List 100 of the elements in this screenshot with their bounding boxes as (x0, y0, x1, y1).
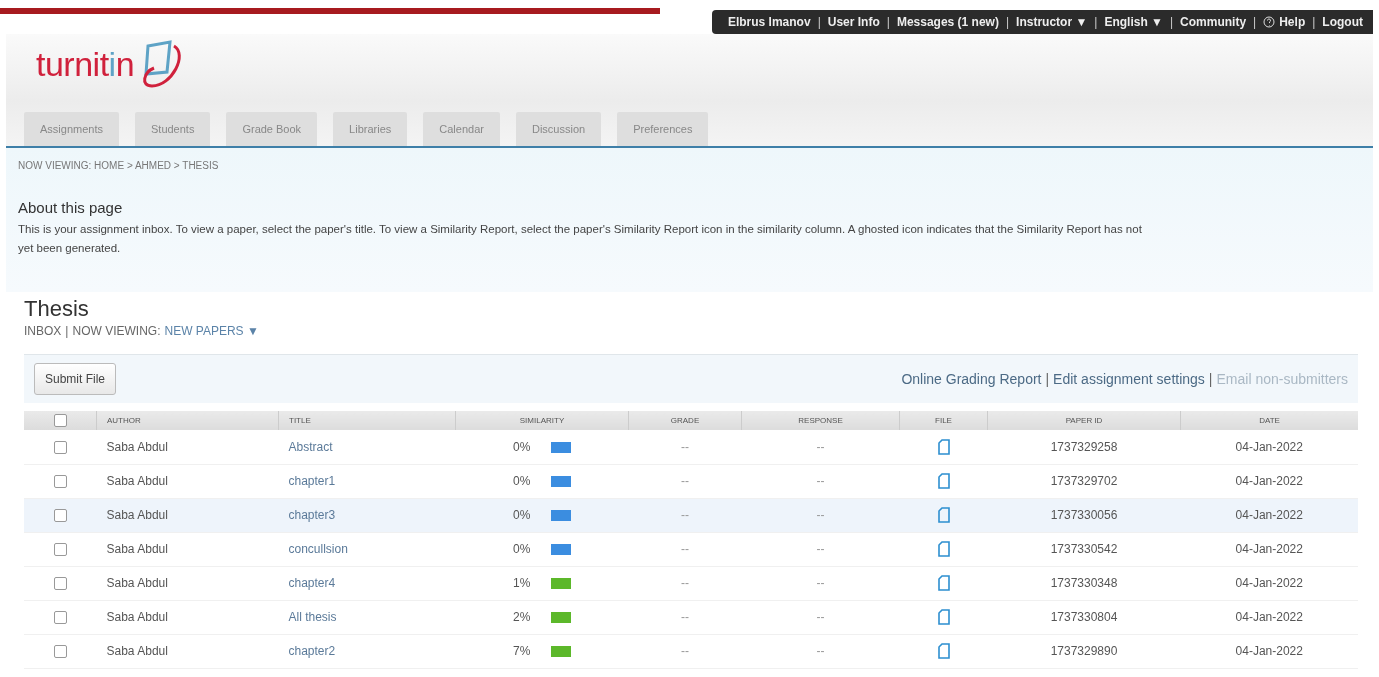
row-checkbox[interactable] (53, 577, 67, 591)
nav-tab[interactable]: Preferences (617, 112, 709, 146)
author-text: Saba Abdul (106, 644, 168, 658)
date-text: 04-Jan-2022 (1235, 610, 1303, 624)
response-text: -- (816, 644, 825, 658)
column-header: FILE (899, 411, 988, 430)
row-checkbox[interactable] (53, 509, 67, 523)
column-header: AUTHOR (96, 411, 279, 430)
nav-link[interactable]: User Info (827, 15, 880, 29)
similarity-report-icon[interactable] (551, 442, 571, 454)
response-text: -- (816, 610, 825, 624)
toolbar-link[interactable]: Edit assignment settings (1053, 371, 1205, 387)
separator-text: | (886, 15, 890, 29)
view-filter-dropdown[interactable]: NEW PAPERS ▼ (164, 324, 259, 338)
paper-title-link[interactable]: Abstract (288, 439, 333, 454)
breadcrumb: NOW VIEWING: HOME > AHMED > THESIS (18, 159, 220, 171)
response-text: -- (816, 439, 825, 454)
row-checkbox[interactable] (53, 440, 67, 454)
grade-text: -- (681, 610, 689, 624)
nav-link[interactable]: Messages (1 new) (896, 15, 999, 29)
help-link[interactable]: Help (1263, 15, 1306, 29)
paper-id-text: 1737329890 (1050, 644, 1118, 658)
separator-text: | (1094, 15, 1098, 29)
file-icon[interactable] (937, 507, 950, 523)
help-icon (1263, 16, 1276, 28)
author-text: Saba Abdul (106, 576, 168, 590)
toolbar-link[interactable]: Online Grading Report (901, 371, 1042, 387)
nav-tab[interactable]: Calendar (423, 112, 500, 146)
paper-id-text: 1737329258 (1050, 439, 1118, 454)
row-checkbox[interactable] (53, 645, 67, 659)
grade-text: -- (681, 439, 689, 454)
file-icon[interactable] (937, 473, 950, 489)
column-header: PAPER ID (987, 411, 1181, 430)
about-text: This is your assignment inbox. To view a paper, select the paper's title. To view a Similarity Report, select the paper's Similarity Report icon in the similarity column. A ghosted icon indicates that the Similarity Report has not yet been generated. (18, 222, 1143, 256)
column-header: DATE (1180, 411, 1358, 430)
date-text: 04-Jan-2022 (1235, 576, 1303, 590)
separator-text: | (65, 324, 69, 338)
similarity-percent: 2% (513, 610, 532, 624)
date-text: 04-Jan-2022 (1235, 439, 1303, 454)
row-checkbox[interactable] (53, 543, 67, 557)
similarity-report-icon[interactable] (551, 646, 571, 658)
similarity-percent: 0% (513, 474, 532, 488)
response-text: -- (816, 542, 825, 556)
separator-text: | (817, 15, 821, 29)
similarity-percent: 0% (513, 542, 532, 556)
similarity-report-icon[interactable] (551, 612, 571, 624)
paper-title-link[interactable]: chapter2 (288, 644, 336, 658)
similarity-report-icon[interactable] (551, 578, 571, 590)
paper-title-link[interactable]: chapter1 (288, 474, 336, 488)
paper-title-link[interactable]: concullsion (288, 542, 348, 556)
author-text: Saba Abdul (106, 474, 168, 488)
separator-text: | (1045, 371, 1050, 387)
separator-text: | (1169, 15, 1174, 29)
file-icon[interactable] (937, 438, 950, 455)
viewing-label: NOW VIEWING: (72, 324, 161, 338)
paper-title-link[interactable]: All thesis (288, 610, 337, 624)
similarity-report-icon[interactable] (551, 544, 571, 556)
similarity-report-icon[interactable] (551, 476, 571, 488)
section-heading: About this page (18, 199, 124, 216)
similarity-percent: 1% (513, 576, 532, 590)
nav-tab[interactable]: Grade Book (226, 112, 318, 146)
response-text: -- (816, 474, 825, 488)
nav-link[interactable]: Logout (1322, 15, 1363, 29)
row-checkbox[interactable] (53, 611, 67, 625)
author-text: Saba Abdul (106, 610, 168, 624)
author-text: Saba Abdul (106, 508, 168, 522)
file-icon[interactable] (937, 643, 950, 659)
date-text: 04-Jan-2022 (1235, 508, 1303, 522)
file-icon[interactable] (937, 575, 950, 591)
nav-link[interactable]: English ▼ (1104, 15, 1163, 29)
nav-tab[interactable]: Assignments (24, 112, 119, 146)
submit-file-button[interactable]: Submit File (34, 363, 117, 395)
author-text: Saba Abdul (106, 439, 168, 454)
grade-text: -- (681, 542, 689, 556)
grade-text: -- (681, 576, 689, 590)
file-icon[interactable] (937, 609, 950, 625)
select-all-checkbox[interactable] (53, 414, 67, 427)
column-header: GRADE (628, 411, 742, 430)
separator-text: | (1005, 15, 1010, 29)
logo-text: turnitin (36, 44, 135, 84)
paper-title-link[interactable]: chapter4 (288, 576, 336, 590)
assignment-title: Thesis (24, 296, 90, 322)
nav-tab[interactable]: Libraries (333, 112, 408, 146)
inbox-label: INBOX (24, 324, 62, 338)
separator-text: | (1312, 15, 1316, 29)
file-icon[interactable] (937, 541, 950, 557)
nav-tab[interactable]: Students (135, 112, 211, 146)
paper-id-text: 1737329702 (1050, 474, 1118, 488)
grade-text: -- (681, 508, 689, 522)
nav-link[interactable]: Instructor ▼ (1016, 15, 1088, 29)
nav-tab[interactable]: Discussion (515, 112, 602, 146)
similarity-percent: 0% (513, 439, 532, 454)
similarity-report-icon[interactable] (551, 510, 571, 522)
paper-id-text: 1737330056 (1050, 508, 1118, 522)
paper-id-text: 1737330348 (1050, 576, 1118, 590)
paper-id-text: 1737330542 (1050, 542, 1118, 556)
row-checkbox[interactable] (53, 475, 67, 489)
column-header: TITLE (278, 411, 456, 430)
paper-title-link[interactable]: chapter3 (288, 508, 336, 522)
nav-link[interactable]: Community (1180, 15, 1247, 29)
